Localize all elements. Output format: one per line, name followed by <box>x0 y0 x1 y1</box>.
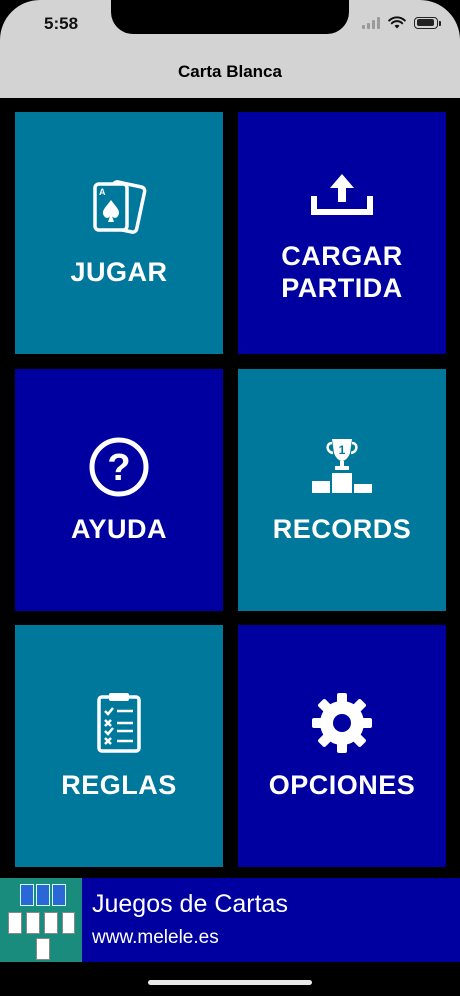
playing-cards-icon: A <box>87 178 151 242</box>
ad-title: Juegos de Cartas <box>92 890 288 918</box>
question-circle-icon: ? <box>87 435 151 499</box>
cargar-partida-label: CARGAR PARTIDA <box>281 240 403 303</box>
records-label: RECORDS <box>272 513 412 544</box>
jugar-button[interactable]: A JUGAR <box>15 112 223 354</box>
svg-text:A: A <box>99 187 106 197</box>
reglas-button[interactable]: REGLAS <box>15 625 223 867</box>
status-icons <box>362 16 441 29</box>
home-indicator <box>148 980 312 985</box>
ayuda-button[interactable]: ? AYUDA <box>15 369 223 611</box>
jugar-label: JUGAR <box>70 256 168 287</box>
ad-thumbnail <box>0 878 82 962</box>
clipboard-checklist-icon <box>87 691 151 755</box>
svg-text:1: 1 <box>339 443 346 457</box>
opciones-label: OPCIONES <box>268 769 416 800</box>
ad-banner[interactable]: Juegos de Cartas www.melele.es <box>0 878 460 962</box>
ad-text: Juegos de Cartas www.melele.es <box>82 889 288 951</box>
gear-icon <box>310 691 374 755</box>
cargar-partida-button[interactable]: CARGAR PARTIDA <box>238 112 446 354</box>
ayuda-label: AYUDA <box>70 513 168 544</box>
cellular-signal-icon <box>362 16 380 29</box>
battery-icon <box>414 16 441 29</box>
opciones-button[interactable]: OPCIONES <box>238 625 446 867</box>
notch <box>111 0 349 34</box>
ad-url: www.melele.es <box>92 927 219 948</box>
wifi-icon <box>388 16 406 29</box>
svg-text:?: ? <box>107 447 130 489</box>
trophy-podium-icon: 1 <box>310 435 374 499</box>
nav-title: Carta Blanca <box>178 62 282 81</box>
top-bar: 5:58 Carta Blanca <box>0 0 460 98</box>
upload-icon <box>310 162 374 226</box>
records-button[interactable]: 1 RECORDS <box>238 369 446 611</box>
status-time: 5:58 <box>44 14 79 33</box>
reglas-label: REGLAS <box>61 769 177 800</box>
